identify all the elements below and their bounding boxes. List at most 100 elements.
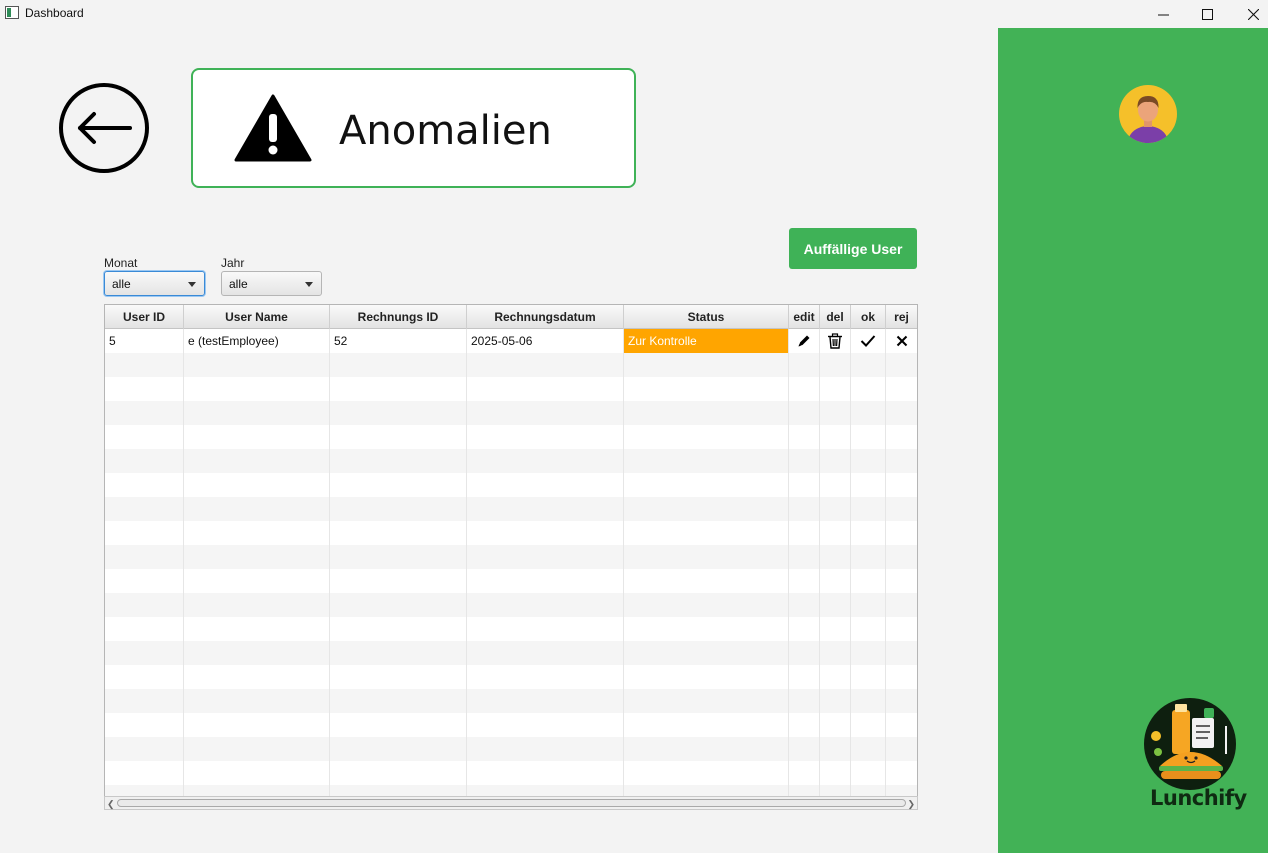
column-header-invoice-id[interactable]: Rechnungs ID	[330, 305, 467, 329]
empty-cell	[789, 617, 820, 641]
empty-cell	[184, 425, 330, 449]
empty-cell	[886, 713, 917, 737]
column-header-edit[interactable]: edit	[789, 305, 820, 329]
empty-cell	[624, 593, 789, 617]
delete-button[interactable]	[820, 329, 851, 353]
empty-cell	[886, 593, 917, 617]
table-body: 5 e (testEmployee) 52 2025-05-06 Zur Kon…	[105, 329, 917, 808]
empty-cell	[789, 425, 820, 449]
empty-cell	[851, 689, 886, 713]
scroll-left-icon[interactable]: ❮	[107, 799, 115, 810]
empty-cell	[467, 593, 624, 617]
close-button[interactable]	[1230, 0, 1268, 28]
window-titlebar: Dashboard	[0, 0, 1268, 28]
empty-cell	[886, 689, 917, 713]
empty-table-row	[105, 377, 917, 401]
empty-cell	[105, 689, 184, 713]
year-select-value: alle	[229, 276, 248, 291]
empty-table-row	[105, 689, 917, 713]
empty-cell	[789, 761, 820, 785]
empty-cell	[624, 425, 789, 449]
column-header-invoice-date[interactable]: Rechnungsdatum	[467, 305, 624, 329]
empty-cell	[624, 569, 789, 593]
empty-cell	[851, 641, 886, 665]
empty-table-row	[105, 617, 917, 641]
empty-cell	[330, 353, 467, 377]
empty-cell	[886, 641, 917, 665]
page-title: Anomalien	[339, 108, 552, 154]
empty-cell	[467, 473, 624, 497]
empty-cell	[467, 665, 624, 689]
maximize-button[interactable]	[1184, 0, 1230, 28]
empty-cell	[330, 617, 467, 641]
empty-cell	[624, 761, 789, 785]
empty-cell	[624, 641, 789, 665]
scroll-right-icon[interactable]: ❯	[907, 799, 915, 810]
window-title: Dashboard	[25, 6, 84, 20]
empty-cell	[330, 761, 467, 785]
lunchify-logo	[1142, 696, 1238, 792]
empty-cell	[184, 449, 330, 473]
table-row[interactable]: 5 e (testEmployee) 52 2025-05-06 Zur Kon…	[105, 329, 917, 353]
empty-table-row	[105, 473, 917, 497]
empty-cell	[820, 665, 851, 689]
approve-button[interactable]	[851, 329, 886, 353]
empty-cell	[820, 593, 851, 617]
empty-cell	[820, 497, 851, 521]
minimize-button[interactable]	[1140, 0, 1186, 28]
horizontal-scrollbar[interactable]: ❮ ❯	[104, 796, 918, 810]
empty-cell	[105, 761, 184, 785]
empty-cell	[820, 761, 851, 785]
empty-cell	[184, 401, 330, 425]
column-header-ok[interactable]: ok	[851, 305, 886, 329]
empty-cell	[624, 665, 789, 689]
suspicious-users-button[interactable]: Auffällige User	[789, 228, 917, 269]
empty-cell	[789, 449, 820, 473]
column-header-del[interactable]: del	[820, 305, 851, 329]
scrollbar-thumb[interactable]	[117, 799, 906, 807]
column-header-rej[interactable]: rej	[886, 305, 917, 329]
empty-cell	[184, 353, 330, 377]
month-select[interactable]: alle	[104, 271, 205, 296]
empty-cell	[820, 713, 851, 737]
empty-cell	[886, 497, 917, 521]
cell-status: Zur Kontrolle	[624, 329, 789, 353]
empty-cell	[105, 377, 184, 401]
empty-cell	[330, 377, 467, 401]
empty-cell	[851, 449, 886, 473]
column-header-user-id[interactable]: User ID	[105, 305, 184, 329]
empty-table-row	[105, 569, 917, 593]
empty-cell	[105, 401, 184, 425]
column-header-user-name[interactable]: User Name	[184, 305, 330, 329]
minimize-icon	[1157, 14, 1169, 15]
month-filter-label: Monat	[104, 256, 138, 270]
empty-cell	[886, 617, 917, 641]
year-select[interactable]: alle	[221, 271, 322, 296]
empty-cell	[105, 617, 184, 641]
empty-cell	[820, 425, 851, 449]
page-title-box: Anomalien	[191, 68, 636, 188]
empty-cell	[789, 641, 820, 665]
empty-cell	[330, 737, 467, 761]
edit-button[interactable]	[789, 329, 820, 353]
empty-cell	[624, 689, 789, 713]
empty-cell	[851, 569, 886, 593]
empty-cell	[789, 545, 820, 569]
empty-cell	[184, 689, 330, 713]
empty-cell	[105, 569, 184, 593]
reject-button[interactable]	[886, 329, 917, 353]
brand-name: Lunchify	[1150, 786, 1247, 810]
empty-cell	[467, 617, 624, 641]
empty-cell	[624, 737, 789, 761]
empty-table-row	[105, 545, 917, 569]
empty-cell	[624, 617, 789, 641]
cell-invoice-id: 52	[330, 329, 467, 353]
table-header: User ID User Name Rechnungs ID Rechnungs…	[105, 305, 917, 329]
back-button[interactable]	[58, 82, 150, 174]
empty-cell	[886, 353, 917, 377]
column-header-status[interactable]: Status	[624, 305, 789, 329]
close-icon	[1247, 8, 1259, 20]
empty-cell	[467, 689, 624, 713]
user-avatar-icon[interactable]	[1119, 85, 1177, 143]
empty-cell	[851, 377, 886, 401]
